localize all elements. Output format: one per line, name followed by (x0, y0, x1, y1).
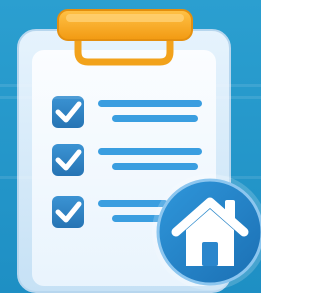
checkbox-checked-icon (52, 96, 84, 128)
checklist-line (98, 100, 202, 107)
clipboard-home-checklist-illustration (0, 0, 261, 293)
checkbox-checked-icon (52, 144, 84, 176)
scanline (0, 96, 261, 99)
checkbox-checked-icon (52, 196, 84, 228)
checklist-line (112, 115, 198, 122)
checklist-line (98, 200, 168, 207)
checklist-line (98, 148, 202, 155)
scanline (0, 176, 261, 179)
checklist-line (112, 163, 198, 170)
illustration-svg (17, 9, 261, 293)
scanline (0, 84, 261, 87)
